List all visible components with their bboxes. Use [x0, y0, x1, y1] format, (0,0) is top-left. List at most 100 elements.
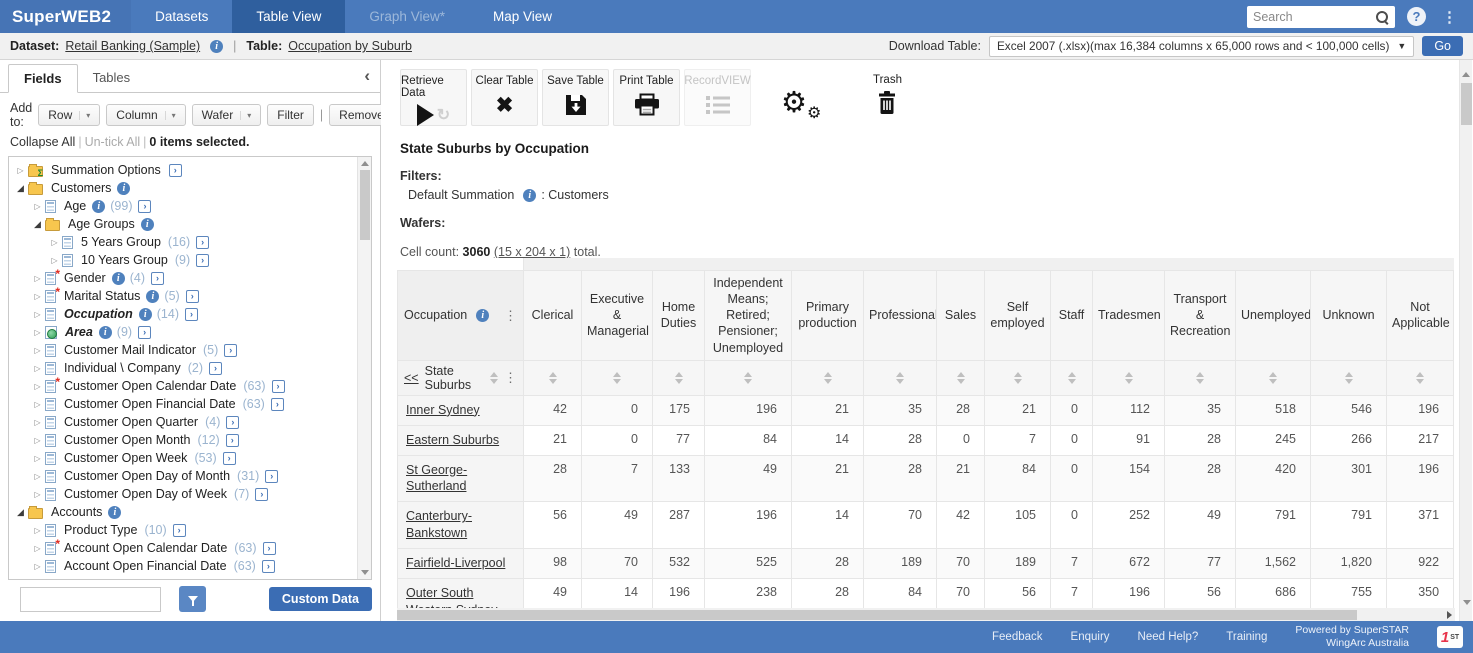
column-header-unemployed[interactable]: Unemployed	[1236, 270, 1311, 360]
add-field-arrow-button[interactable]: ›	[169, 164, 182, 177]
column-header-professional[interactable]: Professional	[864, 270, 937, 360]
info-icon[interactable]: i	[92, 200, 105, 213]
nav-item-datasets[interactable]: Datasets	[131, 0, 232, 33]
column-header-staff[interactable]: Staff	[1051, 270, 1093, 360]
search-box[interactable]	[1247, 6, 1395, 28]
sort-toggle[interactable]	[1345, 372, 1353, 384]
filter-button[interactable]: Filter	[267, 104, 314, 126]
info-icon[interactable]: i	[141, 218, 154, 231]
column-header-not-applicable[interactable]: Not Applicable	[1387, 270, 1454, 360]
add-field-arrow-button[interactable]: ›	[151, 272, 164, 285]
column-header-unknown[interactable]: Unknown	[1311, 270, 1387, 360]
add-field-arrow-button[interactable]: ›	[138, 326, 151, 339]
info-icon[interactable]: i	[146, 290, 159, 303]
tree-item-customer-open-quarter[interactable]: ▷Customer Open Quarter(4)›	[9, 413, 355, 431]
dataset-link[interactable]: Retail Banking (Sample)	[65, 39, 200, 53]
field-filter-input[interactable]	[20, 587, 161, 612]
add-field-arrow-button[interactable]: ›	[226, 434, 239, 447]
move-dimension-link[interactable]: <<	[404, 371, 419, 385]
tree-item-customer-open-day-of-month[interactable]: ▷Customer Open Day of Month(31)›	[9, 467, 355, 485]
sort-toggle[interactable]	[490, 372, 498, 384]
column-header-primary-production[interactable]: Primary production	[792, 270, 864, 360]
column-button[interactable]: Column▾	[106, 104, 185, 126]
sort-toggle[interactable]	[1014, 372, 1022, 384]
expanded-icon[interactable]: ◢	[30, 219, 45, 230]
add-field-arrow-button[interactable]: ›	[196, 254, 209, 267]
add-field-arrow-button[interactable]: ›	[223, 452, 236, 465]
sort-toggle[interactable]	[1416, 372, 1424, 384]
collapsed-icon[interactable]: ▷	[30, 328, 45, 337]
dataset-info-icon[interactable]: i	[210, 40, 223, 53]
add-field-arrow-button[interactable]: ›	[185, 308, 198, 321]
collapsed-icon[interactable]: ▷	[30, 364, 45, 373]
add-field-arrow-button[interactable]: ›	[224, 344, 237, 357]
tree-item-customer-open-calendar-date[interactable]: ▷*Customer Open Calendar Date(63)›	[9, 377, 355, 395]
info-icon[interactable]: i	[523, 189, 536, 202]
scrollbar-thumb[interactable]	[397, 610, 1357, 620]
collapsed-icon[interactable]: ▷	[30, 454, 45, 463]
scroll-up-icon[interactable]	[1462, 72, 1470, 77]
tree-item-gender[interactable]: ▷*Genderi(4)›	[9, 269, 355, 287]
expanded-icon[interactable]: ◢	[13, 507, 28, 518]
nav-item-graph-view[interactable]: Graph View*	[345, 0, 469, 33]
add-field-arrow-button[interactable]: ›	[272, 380, 285, 393]
expanded-icon[interactable]: ◢	[13, 183, 28, 194]
add-field-arrow-button[interactable]: ›	[265, 470, 278, 483]
tree-item-customers[interactable]: ◢Customersi	[9, 179, 355, 197]
tree-item-customer-open-month[interactable]: ▷Customer Open Month(12)›	[9, 431, 355, 449]
add-field-arrow-button[interactable]: ›	[263, 542, 276, 555]
column-menu-icon[interactable]: ⋮	[504, 309, 517, 322]
search-icon[interactable]	[1375, 10, 1389, 24]
row-label-link[interactable]: Eastern Suburbs	[406, 433, 499, 447]
collapsed-icon[interactable]: ▷	[30, 562, 45, 571]
wafer-button[interactable]: Wafer▾	[192, 104, 262, 126]
add-field-arrow-button[interactable]: ›	[255, 488, 268, 501]
scroll-up-icon[interactable]	[361, 161, 369, 166]
collapsed-icon[interactable]: ▷	[30, 436, 45, 445]
column-header-self-employed[interactable]: Self employed	[985, 270, 1051, 360]
sort-toggle[interactable]	[549, 372, 557, 384]
info-icon[interactable]: i	[117, 182, 130, 195]
sort-toggle[interactable]	[675, 372, 683, 384]
column-header-sales[interactable]: Sales	[937, 270, 985, 360]
info-icon[interactable]: i	[476, 309, 489, 322]
search-input[interactable]	[1253, 10, 1375, 24]
add-field-arrow-button[interactable]: ›	[209, 362, 222, 375]
collapsed-icon[interactable]: ▷	[30, 202, 45, 211]
collapsed-icon[interactable]: ▷	[30, 490, 45, 499]
nav-item-table-view[interactable]: Table View	[232, 0, 345, 33]
info-icon[interactable]: i	[108, 506, 121, 519]
save-table-button[interactable]: Save Table	[542, 69, 609, 126]
retrieve-data-button[interactable]: Retrieve Data↻	[400, 69, 467, 126]
print-table-button[interactable]: Print Table	[613, 69, 680, 126]
tree-item-accounts[interactable]: ◢Accountsi	[9, 503, 355, 521]
tree-item-area[interactable]: ▷Areai(9)›	[9, 323, 355, 341]
row-label-link[interactable]: St George-Sutherland	[406, 463, 467, 494]
sort-toggle[interactable]	[1196, 372, 1204, 384]
table-link[interactable]: Occupation by Suburb	[288, 39, 412, 53]
column-header-clerical[interactable]: Clerical	[524, 270, 582, 360]
collapsed-icon[interactable]: ▷	[30, 400, 45, 409]
help-icon[interactable]: ?	[1407, 7, 1426, 26]
tree-item-customer-mail-indicator[interactable]: ▷Customer Mail Indicator(5)›	[9, 341, 355, 359]
row-label-link[interactable]: Fairfield-Liverpool	[406, 556, 505, 570]
collapsed-icon[interactable]: ▷	[30, 292, 45, 301]
sort-toggle[interactable]	[957, 372, 965, 384]
collapsed-icon[interactable]: ▷	[47, 256, 62, 265]
footer-link-need-help[interactable]: Need Help?	[1138, 631, 1199, 643]
tree-item-product-type[interactable]: ▷Product Type(10)›	[9, 521, 355, 539]
tree-item-individual-company[interactable]: ▷Individual \ Company(2)›	[9, 359, 355, 377]
tree-item-occupation[interactable]: ▷Occupationi(14)›	[9, 305, 355, 323]
collapsed-icon[interactable]: ▷	[30, 382, 45, 391]
scrollbar-thumb[interactable]	[360, 170, 370, 240]
nav-item-map-view[interactable]: Map View	[469, 0, 576, 33]
sort-toggle[interactable]	[1269, 372, 1277, 384]
collapse-all-link[interactable]: Collapse All	[10, 135, 75, 149]
scrollbar-thumb[interactable]	[1461, 83, 1472, 125]
tree-item-5-years-group[interactable]: ▷5 Years Group(16)›	[9, 233, 355, 251]
sort-toggle[interactable]	[1125, 372, 1133, 384]
trash-button[interactable]: Trash	[873, 69, 902, 116]
collapse-panel-icon[interactable]: ‹	[364, 67, 370, 84]
sort-toggle[interactable]	[824, 372, 832, 384]
info-icon[interactable]: i	[112, 272, 125, 285]
